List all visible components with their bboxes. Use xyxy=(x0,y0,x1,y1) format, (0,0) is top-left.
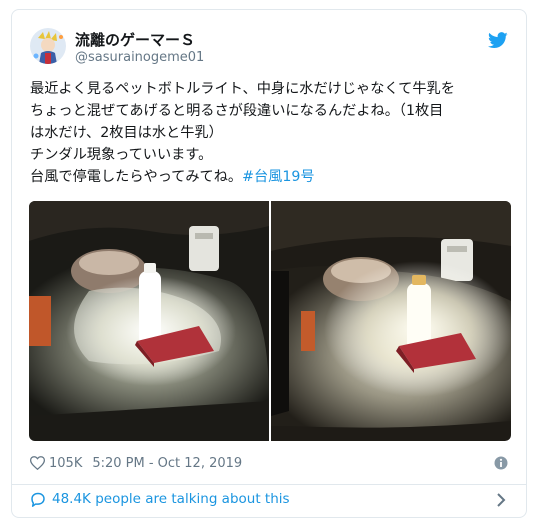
divider xyxy=(12,484,526,485)
tweet-text-line: 台風で停電したらやってみてね。 xyxy=(30,169,243,185)
tweet-text-line: 最近よく見るペットボトルライト、中身に水だけじゃなくて牛乳を xyxy=(30,81,455,97)
hashtag-link[interactable]: #台風19号 xyxy=(242,169,315,185)
tweet-text-line: チンダル現象っていいます。 xyxy=(30,147,213,163)
media-grid xyxy=(29,201,511,441)
heart-icon[interactable] xyxy=(30,456,45,470)
like-count[interactable]: 105K xyxy=(49,456,82,471)
conversation-link[interactable]: 48.4K people are talking about this xyxy=(30,491,290,507)
tweet-text-line: ちょっと混ぜてあげると明るさが段違いになるんだよね。（1枚目 xyxy=(30,103,444,119)
photo-water-and-milk[interactable] xyxy=(271,201,511,441)
author-display-name[interactable]: 流離のゲーマーＳ xyxy=(75,29,195,50)
photo-water-only[interactable] xyxy=(29,201,269,441)
tweet-text-line: は水だけ、2枚目は水と牛乳） xyxy=(30,125,223,141)
tweet-timestamp[interactable]: 5:20 PM - Oct 12, 2019 xyxy=(92,456,242,471)
avatar[interactable] xyxy=(30,28,66,64)
chevron-right-icon[interactable] xyxy=(496,493,506,507)
tweet-text: 最近よく見るペットボトルライト、中身に水だけじゃなくて牛乳を ちょっと混ぜてあげ… xyxy=(30,78,516,188)
author-handle[interactable]: @sasurainogeme01 xyxy=(75,50,204,65)
twitter-bird-icon[interactable] xyxy=(488,32,508,49)
info-icon[interactable] xyxy=(494,456,508,470)
tweet-meta: 105K 5:20 PM - Oct 12, 2019 xyxy=(30,454,242,472)
talking-count-label: 48.4K people are talking about this xyxy=(52,491,290,507)
tweet-card[interactable]: 流離のゲーマーＳ @sasurainogeme01 最近よく見るペットボトルライ… xyxy=(11,9,527,518)
reply-bubble-icon xyxy=(31,492,45,507)
